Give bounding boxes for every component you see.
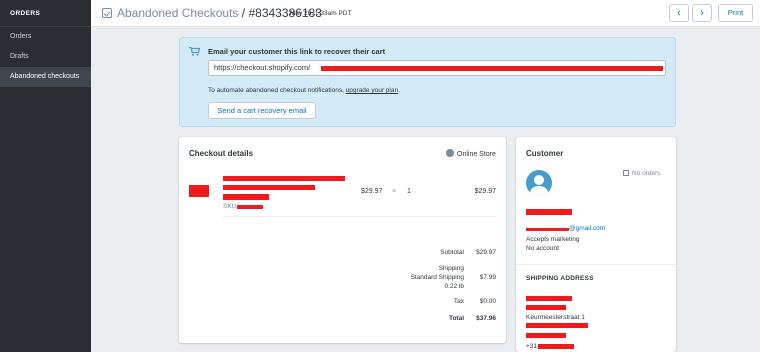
customer-orders-label: No orders [632,170,661,177]
subtotal-label: Subtotal [440,249,464,256]
tax-value: $0.00 [479,298,496,305]
page-header: Abandoned Checkouts / #8343386183 May 26… [91,0,760,27]
redacted-product-option [223,194,269,200]
sidebar-header: ORDERS [0,0,91,27]
account-status: No account [526,245,559,252]
upgrade-plan-link[interactable]: upgrade your plan [346,87,398,94]
checkout-date: May 26, 1:33am PDT [290,10,352,17]
shipping-address-title: SHIPPING ADDRESS [526,275,594,282]
shipping-value: $7.99 [479,274,496,281]
shipping-label: Shipping [438,265,464,272]
customer-card: Customer No orders @gmail.com Accepts ma… [516,137,676,352]
recovery-link-value: https://checkout.shopify.com/ [214,63,311,72]
sku-label: SKU: [223,203,239,210]
divider [223,216,496,217]
sidebar-item-abandoned-checkouts[interactable]: Abandoned checkouts [0,67,91,87]
breadcrumb-separator: / [241,6,246,20]
redacted-address-company [526,305,566,310]
total-label: Total [448,315,464,322]
customer-email-link[interactable]: @gmail.com [569,225,605,232]
automation-note: To automate abandoned checkout notificat… [208,87,400,94]
product-sku: SKU: [223,203,238,210]
redacted-phone [538,344,574,349]
sales-channel-label: Online Store [457,151,496,158]
print-button[interactable]: Print [718,4,753,22]
line-item-price: $29.97 [361,188,383,195]
checkout-details-card: Checkout details Online Store SKU: $29.9… [179,137,506,343]
customer-title: Customer [526,149,564,158]
subtotal-value: $29.97 [476,249,496,256]
sales-channel: Online Store [446,149,496,158]
automation-note-end: . [398,87,400,94]
marketing-status: Accepts marketing [526,236,580,243]
shipping-method: Standard Shipping [410,274,465,281]
tax-label: Tax [453,298,464,305]
redacted-address-country [526,333,566,338]
checkout-details-title: Checkout details [189,149,254,158]
cart-recovery-banner: Email your customer this link to recover… [179,37,676,127]
redacted-email-user [526,228,569,231]
multiply-sign: × [392,188,397,195]
send-recovery-email-button[interactable]: Send a cart recovery email [208,102,316,119]
redacted-address-city [526,323,588,328]
automation-note-text: To automate abandoned checkout notificat… [208,87,346,94]
breadcrumb-abandoned-checkouts[interactable]: Abandoned Checkouts [117,6,238,20]
cart-icon [189,47,200,56]
orders-icon [623,170,629,176]
chevron-right-icon: › [700,7,704,19]
redacted-address-name [526,296,572,301]
globe-icon [446,149,454,157]
redacted-customer-name [526,209,572,215]
line-item-total: $29.97 [474,188,496,195]
sidebar-item-orders[interactable]: Orders [0,27,91,47]
redacted-product-name [223,176,345,181]
total-value: $37.96 [476,315,496,322]
line-item-quantity: 1 [407,188,411,195]
divider [516,264,676,265]
recovery-title: Email your customer this link to recover… [208,47,386,56]
redacted-link [321,66,663,71]
product-thumbnail [189,185,209,197]
customer-orders: No orders [623,170,661,177]
avatar [526,170,552,196]
sidebar: ORDERS Orders Drafts Abandoned checkouts [0,0,91,352]
previous-button[interactable]: ‹ [669,4,689,22]
next-button[interactable]: › [692,4,712,22]
shipping-weight: 0.22 lb [444,283,464,290]
checkout-icon [102,8,112,18]
chevron-left-icon: ‹ [677,7,681,19]
redacted-sku [237,205,263,209]
address-phone-prefix: +31 [526,343,538,350]
address-street: Keurmeesterstraat 1 [526,314,585,321]
sidebar-item-drafts[interactable]: Drafts [0,47,91,67]
redacted-product-variant [223,185,315,190]
